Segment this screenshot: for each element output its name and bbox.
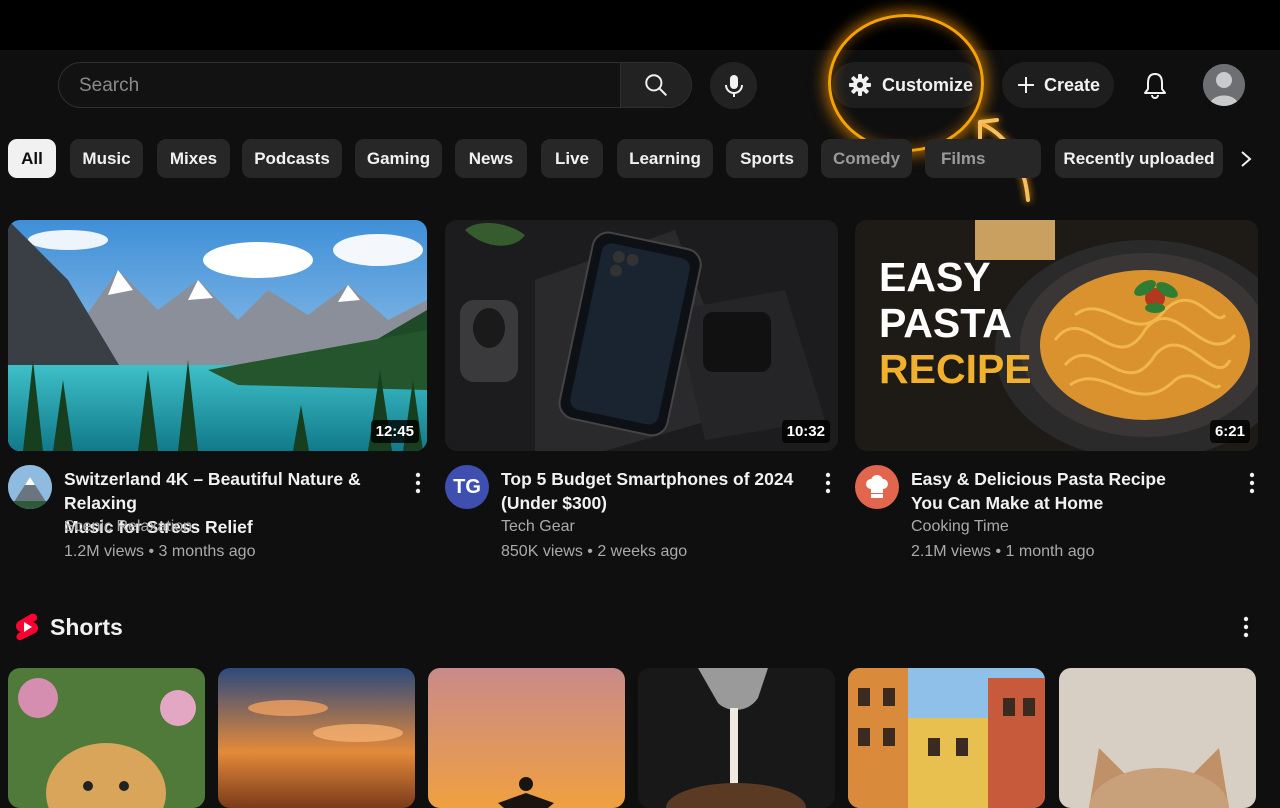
video-duration: 6:21	[1209, 420, 1250, 443]
video-thumbnail[interactable]: 12:45	[8, 220, 427, 451]
coffee-short-thumbnail	[638, 668, 835, 808]
chip-comedy[interactable]: Comedy	[821, 139, 912, 178]
thumbnail-text-line: PASTA	[879, 300, 1012, 346]
channel-name[interactable]: Tech Gear	[501, 518, 575, 536]
short-card[interactable]	[8, 668, 205, 808]
chip-live[interactable]: Live	[541, 139, 603, 178]
filter-chip-bar: All Music Mixes Podcasts Gaming News Liv…	[0, 139, 1280, 179]
user-avatar-icon	[1203, 64, 1245, 106]
chip-news[interactable]: News	[455, 139, 527, 178]
channel-avatar[interactable]	[8, 465, 52, 509]
shorts-header: Shorts	[14, 612, 123, 642]
account-avatar[interactable]	[1203, 64, 1245, 106]
create-button[interactable]: Create	[1002, 62, 1114, 108]
search-icon	[645, 74, 667, 96]
more-vert-icon	[825, 472, 831, 494]
video-title-line: Easy & Delicious Pasta Recipe	[911, 469, 1166, 489]
search-input[interactable]	[77, 63, 621, 107]
channel-name[interactable]: Scenic Relaxation	[64, 518, 192, 536]
chip-films[interactable]: Films	[925, 139, 1041, 178]
voice-search-button[interactable]	[710, 62, 757, 109]
short-card[interactable]	[218, 668, 415, 808]
video-title-line: (Under $300)	[501, 493, 608, 513]
chip-music[interactable]: Music	[70, 139, 143, 178]
more-vert-icon	[1249, 472, 1255, 494]
search-box	[58, 62, 692, 108]
video-title[interactable]: Easy & Delicious Pasta Recipe You Can Ma…	[911, 467, 1166, 515]
gear-icon	[849, 74, 871, 96]
short-card[interactable]	[428, 668, 625, 808]
channel-name[interactable]: Cooking Time	[911, 518, 1009, 536]
thumbnail-text-line: RECIPE	[879, 346, 1032, 392]
chips-next-button[interactable]	[1230, 139, 1262, 178]
video-more-button[interactable]	[408, 470, 428, 496]
sunset-short-thumbnail	[218, 668, 415, 808]
dog-short-thumbnail	[8, 668, 205, 808]
top-strip	[0, 0, 1280, 50]
chip-learning[interactable]: Learning	[617, 139, 713, 178]
video-meta: 850K views • 2 weeks ago	[501, 543, 688, 560]
customize-label: Customize	[882, 74, 974, 95]
video-thumbnail[interactable]: 10:32	[445, 220, 838, 451]
more-vert-icon	[1243, 616, 1249, 638]
search-button[interactable]	[620, 63, 691, 107]
video-title-line: Top 5 Budget Smartphones of 2024	[501, 469, 794, 489]
video-thumbnail[interactable]: EASY PASTA RECIPE 6:21	[855, 220, 1258, 451]
shorts-more-button[interactable]	[1236, 614, 1256, 640]
chip-mixes[interactable]: Mixes	[157, 139, 230, 178]
thumbnail-text-line: EASY	[879, 254, 991, 300]
plus-icon	[1018, 77, 1034, 93]
more-vert-icon	[415, 472, 421, 494]
street-short-thumbnail	[848, 668, 1045, 808]
chip-all[interactable]: All	[8, 139, 56, 178]
video-duration: 10:32	[781, 420, 830, 443]
shorts-title: Shorts	[50, 613, 123, 640]
chef-hat-icon	[866, 475, 888, 498]
video-meta: 2.1M views • 1 month ago	[911, 543, 1095, 560]
shorts-logo-icon	[16, 613, 38, 641]
short-card[interactable]	[848, 668, 1045, 808]
video-title[interactable]: Top 5 Budget Smartphones of 2024 (Under …	[501, 467, 793, 515]
chip-gaming[interactable]: Gaming	[355, 139, 442, 178]
video-meta: 1.2M views • 3 months ago	[64, 543, 256, 560]
short-card[interactable]	[1059, 668, 1256, 808]
chip-sports[interactable]: Sports	[726, 139, 808, 178]
chevron-right-icon	[1241, 150, 1252, 167]
silhouette-short-thumbnail	[428, 668, 625, 808]
chip-podcasts[interactable]: Podcasts	[242, 139, 342, 178]
create-label: Create	[1044, 74, 1101, 95]
channel-avatar[interactable]: TG	[445, 465, 489, 509]
video-more-button[interactable]	[1242, 470, 1262, 496]
video-title-line: Switzerland 4K – Beautiful Nature & Rela…	[64, 469, 361, 513]
video-more-button[interactable]	[818, 470, 838, 496]
bell-icon	[1144, 73, 1166, 99]
video-title-line: You Can Make at Home	[911, 493, 1104, 513]
video-duration: 12:45	[370, 420, 419, 443]
mountain-avatar-icon	[8, 465, 52, 509]
mountain-lake-thumbnail	[8, 220, 427, 451]
thumbnail-title: EASY PASTA RECIPE	[879, 254, 1032, 392]
microphone-icon	[724, 74, 743, 97]
notifications-button[interactable]	[1136, 66, 1174, 104]
short-card[interactable]	[638, 668, 835, 808]
kitten-short-thumbnail	[1059, 668, 1256, 808]
smartphone-thumbnail	[445, 220, 838, 451]
channel-avatar[interactable]	[855, 465, 899, 509]
chip-recently-uploaded[interactable]: Recently uploaded	[1055, 139, 1223, 178]
customize-button[interactable]: Customize	[832, 62, 982, 108]
